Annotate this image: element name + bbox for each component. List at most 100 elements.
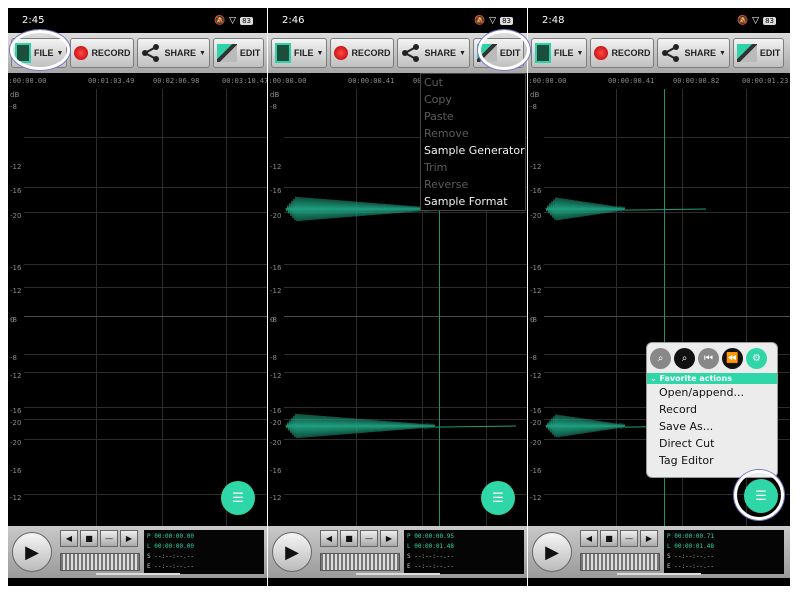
edit-menu-item: Paste (424, 110, 454, 123)
share-button[interactable]: SHARE ▼ (137, 38, 210, 68)
time-display: P 00:00:00.95 L 00:00:01.48 S --:--:--.-… (404, 530, 524, 574)
favorite-action-item[interactable]: Record (647, 401, 777, 418)
grid-line (24, 407, 267, 408)
record-icon (74, 46, 89, 60)
timeline-ruler[interactable]: 00:00:00.00 00:01:03.49 00:02:06.98 00:03:1… (8, 73, 267, 89)
skip-start-button[interactable]: ◀ (320, 530, 338, 547)
timeline-tick: 00:00:00.00 (8, 77, 47, 85)
edit-menu-item[interactable]: Sample Generator (421, 142, 525, 159)
stop-button[interactable]: ■ (80, 530, 98, 547)
record-button[interactable]: RECORD (70, 38, 135, 68)
db-label: -16 (10, 407, 22, 415)
zoom-in-icon[interactable]: ⌕ (674, 347, 695, 369)
pause-button[interactable]: — (100, 530, 118, 547)
favorite-action-item[interactable]: Direct Cut (647, 435, 777, 452)
skip-end-button[interactable]: ▶ (120, 530, 138, 547)
jog-wheel[interactable] (320, 553, 400, 571)
waveform-view[interactable]: dB -8 -12 -16 -20 -16 -12 -8 0 -8 -12 -16 -20 -20 -16-… (8, 89, 267, 526)
share-button[interactable]: SHARE ▼ (397, 38, 470, 68)
skip-end-button[interactable]: ▶ (640, 530, 658, 547)
edit-icon (736, 44, 757, 62)
play-button[interactable]: ▶ (272, 532, 312, 572)
edit-label: EDIT (759, 48, 781, 58)
battery-icon: 83 (240, 16, 253, 25)
wifi-icon: ▽ (489, 15, 497, 26)
share-button[interactable]: SHARE ▼ (657, 38, 730, 68)
favorite-action-item[interactable]: Tag Editor (647, 452, 777, 469)
db-label: -20 (10, 439, 22, 447)
settings-icon[interactable]: ⚙ (746, 347, 767, 369)
favorites-section-header[interactable]: ⌄ Favorite actions (647, 373, 777, 384)
edit-label: EDIT (239, 48, 261, 58)
zoom-out-icon[interactable]: ⌕ (650, 347, 671, 369)
battery-icon: 83 (500, 16, 513, 25)
db-label: -12 (10, 372, 22, 380)
chevron-down-icon: ▼ (316, 49, 324, 57)
pause-button[interactable]: — (620, 530, 638, 547)
skip-start-icon: ◀ (325, 534, 333, 543)
share-label: SHARE (164, 48, 196, 58)
play-icon: ▶ (545, 541, 559, 563)
grid-line (24, 264, 267, 265)
home-indicator[interactable] (355, 573, 440, 575)
edit-menu-item[interactable]: Sample Format (421, 193, 525, 210)
skip-start-icon: ◀ (65, 534, 73, 543)
favorites-section-label: Favorite actions (659, 374, 733, 383)
rewind-icon[interactable]: ⏪ (722, 347, 743, 369)
pause-button[interactable]: — (360, 530, 378, 547)
grid-line (24, 212, 267, 213)
file-icon (535, 43, 551, 63)
timeline-ruler[interactable]: 00:00:00.00 00:00:00.41 00:00:00.82 00:00:0… (528, 73, 790, 89)
favorite-action-item[interactable]: Open/append... (647, 384, 777, 401)
timeline-tick: 00:00:00.00 (528, 77, 567, 85)
grid-line (24, 354, 267, 355)
waveform-top-channel (545, 197, 707, 221)
edit-icon (216, 44, 237, 62)
transport-bar: ▶ ◀ ■ — ▶ P 00:00:00.71 L 00:00:01.48 S … (528, 526, 790, 578)
checklist-icon: ☰ (232, 490, 244, 506)
stop-button[interactable]: ■ (600, 530, 618, 547)
edit-menu-item: Copy (424, 93, 452, 106)
home-indicator[interactable] (95, 573, 180, 575)
file-button[interactable]: FILE ▼ (531, 38, 588, 68)
jog-wheel[interactable] (580, 553, 660, 571)
file-icon (275, 43, 291, 63)
pause-icon: — (365, 534, 373, 543)
db-label: -12 (10, 494, 22, 502)
record-button[interactable]: RECORD (330, 38, 395, 68)
skip-end-icon: ▶ (385, 534, 393, 543)
waveform-bottom-channel (285, 413, 517, 439)
timeline-tick: 00:00:01.23 (742, 77, 789, 85)
record-icon (594, 46, 609, 60)
time-display: P 00:00:00.00 L 00:00:00.00 S --:--:--.-… (144, 530, 264, 574)
play-button[interactable]: ▶ (12, 532, 52, 572)
file-button[interactable]: FILE ▼ (271, 38, 328, 68)
skip-start-button[interactable]: ◀ (60, 530, 78, 547)
db-label: -16 (10, 264, 22, 272)
db-label: -20 (10, 419, 22, 427)
timeline-tick: 00:00:00.00 (268, 77, 307, 85)
edit-button[interactable]: EDIT (732, 38, 785, 68)
pause-icon: — (105, 534, 113, 543)
home-indicator[interactable] (617, 573, 701, 575)
skip-start-button[interactable]: ◀ (580, 530, 598, 547)
actions-fab[interactable]: ☰ (481, 481, 515, 515)
stage: 2:45 🔕 ▽ 83 FILE ▼ RECORD SHARE ▼ EDIT:… (0, 0, 800, 593)
favorite-action-item[interactable]: Save As... (647, 418, 777, 435)
actions-fab[interactable]: ☰ (221, 481, 255, 515)
favorites-popup: ⌕ ⌕ ⏮ ⏪ ⚙ ⌄ Favorite actions Open/append… (646, 342, 778, 478)
record-button[interactable]: RECORD (590, 38, 655, 68)
jog-wheel[interactable] (60, 553, 140, 571)
popup-toolbar: ⌕ ⌕ ⏮ ⏪ ⚙ (647, 343, 777, 373)
play-button[interactable]: ▶ (532, 532, 572, 572)
skip-back-icon[interactable]: ⏮ (698, 347, 719, 369)
mute-icon: 🔕 (213, 15, 226, 26)
share-icon (142, 44, 160, 62)
selection-start-readout: S --:--:--.-- (147, 553, 194, 560)
mute-icon: 🔕 (473, 15, 486, 26)
skip-end-button[interactable]: ▶ (380, 530, 398, 547)
share-icon (662, 44, 680, 62)
edit-button[interactable]: EDIT (212, 38, 265, 68)
stop-button[interactable]: ■ (340, 530, 358, 547)
file-label: FILE (294, 48, 314, 58)
